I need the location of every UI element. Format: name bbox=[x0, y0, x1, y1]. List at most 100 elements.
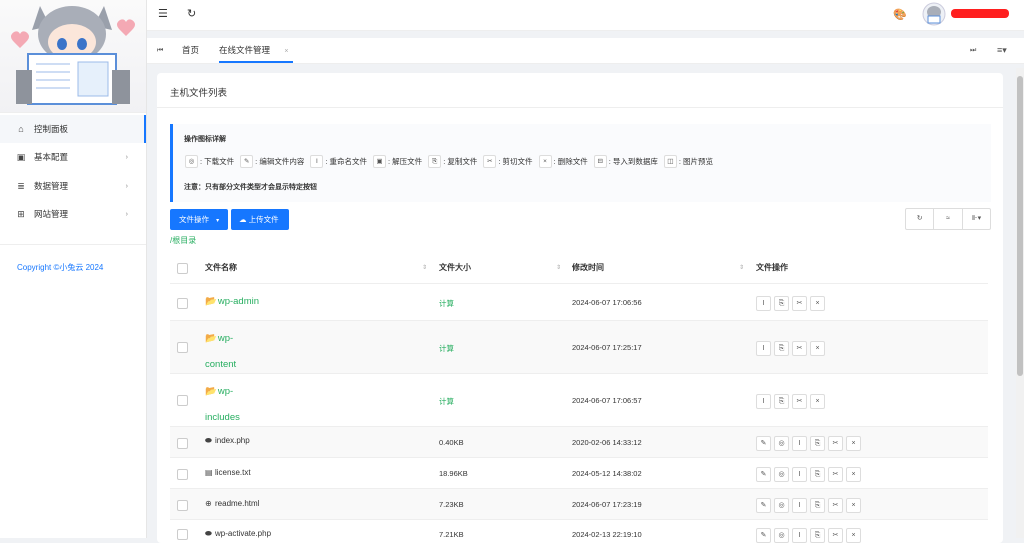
menu-toggle-icon[interactable]: ☰ bbox=[158, 7, 168, 20]
tab-close-icon[interactable]: × bbox=[284, 48, 288, 55]
globe-icon: ⊕ bbox=[205, 499, 212, 508]
folder-name-link[interactable]: 📂wp- includes bbox=[205, 379, 240, 431]
sort-icon[interactable]: ⇕ bbox=[739, 264, 744, 271]
delete-icon[interactable]: × bbox=[846, 436, 861, 451]
cut-icon[interactable]: ✂ bbox=[828, 436, 843, 451]
row-checkbox[interactable] bbox=[177, 342, 188, 353]
row-checkbox[interactable] bbox=[177, 298, 188, 309]
file-name: license.txt bbox=[215, 468, 251, 477]
sidebar-item-label: 数据管理 bbox=[34, 181, 69, 191]
row-checkbox[interactable] bbox=[177, 529, 188, 540]
copy-icon[interactable]: ⎘ bbox=[810, 436, 825, 451]
download-icon[interactable]: ◎ bbox=[774, 498, 789, 513]
toggle-view-icon[interactable]: ≈ bbox=[934, 209, 963, 229]
calculate-size-link[interactable]: 计算 bbox=[439, 396, 454, 407]
card-title: 主机文件列表 bbox=[170, 88, 228, 99]
column-header-size[interactable]: 文件大小 bbox=[439, 253, 471, 283]
columns-dropdown-icon[interactable]: ⊪▾ bbox=[963, 209, 990, 229]
sidebar: ⌂ 控制面板 ▣ 基本配置 › ≣ 数据管理 › ⊞ 网站管理 › Copyri… bbox=[0, 0, 147, 538]
palette-icon[interactable]: 🎨 bbox=[893, 8, 907, 21]
folder-name-link[interactable]: 📂wp- content bbox=[205, 326, 236, 378]
upload-file-button[interactable]: ☁ 上传文件 bbox=[231, 209, 289, 230]
folder-icon: 📂 bbox=[205, 333, 217, 344]
rename-icon[interactable]: I bbox=[756, 296, 771, 311]
copy-icon[interactable]: ⎘ bbox=[774, 394, 789, 409]
avatar[interactable] bbox=[922, 2, 946, 26]
row-actions: I ⎘ ✂ × bbox=[756, 296, 828, 311]
legend-label: : 重命名文件 bbox=[325, 157, 368, 166]
copy-icon[interactable]: ⎘ bbox=[774, 341, 789, 356]
download-icon[interactable]: ◎ bbox=[774, 528, 789, 543]
sort-icon[interactable]: ⇕ bbox=[422, 264, 427, 271]
column-header-modified[interactable]: 修改时间 bbox=[572, 253, 604, 283]
file-operations-dropdown[interactable]: 文件操作 ▾ bbox=[170, 209, 228, 230]
edit-icon[interactable]: ✎ bbox=[756, 467, 771, 482]
row-checkbox[interactable] bbox=[177, 438, 188, 449]
copy-icon[interactable]: ⎘ bbox=[810, 528, 825, 543]
cut-icon[interactable]: ✂ bbox=[792, 341, 807, 356]
delete-icon[interactable]: × bbox=[846, 498, 861, 513]
scrollbar-thumb[interactable] bbox=[1017, 76, 1023, 376]
delete-icon[interactable]: × bbox=[810, 341, 825, 356]
page-scrollbar[interactable] bbox=[1016, 68, 1024, 538]
list-icon: ≣ bbox=[17, 180, 25, 191]
sort-icon[interactable]: ⇕ bbox=[556, 264, 561, 271]
download-icon[interactable]: ◎ bbox=[774, 436, 789, 451]
tabs-scroll-left-icon[interactable]: ⏮ bbox=[157, 38, 163, 63]
home-icon: ⌂ bbox=[18, 124, 24, 134]
sidebar-item-basic-config[interactable]: ▣ 基本配置 › bbox=[0, 143, 146, 171]
edit-icon[interactable]: ✎ bbox=[756, 528, 771, 543]
rename-icon[interactable]: I bbox=[792, 467, 807, 482]
sidebar-item-label: 基本配置 bbox=[34, 152, 69, 162]
rename-icon[interactable]: I bbox=[792, 528, 807, 543]
edit-icon[interactable]: ✎ bbox=[756, 436, 771, 451]
row-actions: ✎ ◎ I ⎘ ✂ × bbox=[756, 528, 864, 543]
sidebar-item-data-management[interactable]: ≣ 数据管理 › bbox=[0, 172, 146, 200]
select-all-checkbox[interactable] bbox=[177, 263, 188, 274]
edit-icon[interactable]: ✎ bbox=[756, 498, 771, 513]
copyright-text: Copyright ©小兔云 2024 bbox=[17, 263, 104, 272]
delete-icon[interactable]: × bbox=[810, 296, 825, 311]
column-header-name[interactable]: 文件名称 bbox=[205, 253, 237, 283]
file-size: 0.40KB bbox=[439, 438, 464, 447]
delete-icon[interactable]: × bbox=[846, 528, 861, 543]
row-checkbox[interactable] bbox=[177, 469, 188, 480]
cut-icon[interactable]: ✂ bbox=[828, 528, 843, 543]
tabs-menu-icon[interactable]: ≡▾ bbox=[997, 38, 1007, 63]
breadcrumb[interactable]: /根目录 bbox=[170, 235, 196, 246]
calculate-size-link[interactable]: 计算 bbox=[439, 298, 454, 309]
delete-icon[interactable]: × bbox=[810, 394, 825, 409]
cut-icon[interactable]: ✂ bbox=[828, 467, 843, 482]
legend-icon: ⎘ bbox=[428, 155, 442, 168]
row-actions: I ⎘ ✂ × bbox=[756, 341, 828, 356]
rename-icon[interactable]: I bbox=[756, 394, 771, 409]
sidebar-item-dashboard[interactable]: ⌂ 控制面板 bbox=[0, 115, 146, 143]
rename-icon[interactable]: I bbox=[792, 436, 807, 451]
calculate-size-link[interactable]: 计算 bbox=[439, 343, 454, 354]
tab-home[interactable]: 首页 bbox=[182, 38, 199, 63]
sidebar-divider bbox=[0, 244, 146, 245]
table-toolbar: ↻ ≈ ⊪▾ bbox=[905, 208, 991, 230]
copy-icon[interactable]: ⎘ bbox=[810, 498, 825, 513]
file-name: wp- bbox=[217, 333, 234, 344]
row-checkbox[interactable] bbox=[177, 500, 188, 511]
username-redacted bbox=[951, 9, 1009, 18]
top-bar: ☰ ↻ 🎨 bbox=[147, 0, 1024, 31]
cut-icon[interactable]: ✂ bbox=[792, 296, 807, 311]
legend-icon: ⊟ bbox=[593, 155, 607, 168]
refresh-icon[interactable]: ↻ bbox=[187, 7, 196, 20]
cut-icon[interactable]: ✂ bbox=[828, 498, 843, 513]
tab-file-manager[interactable]: 在线文件管理 × bbox=[219, 38, 293, 63]
download-icon[interactable]: ◎ bbox=[774, 467, 789, 482]
cut-icon[interactable]: ✂ bbox=[792, 394, 807, 409]
copy-icon[interactable]: ⎘ bbox=[810, 467, 825, 482]
folder-name-link[interactable]: 📂wp-admin bbox=[205, 289, 259, 315]
tabs-scroll-right-icon[interactable]: ⏭ bbox=[970, 38, 976, 63]
rename-icon[interactable]: I bbox=[756, 341, 771, 356]
rename-icon[interactable]: I bbox=[792, 498, 807, 513]
sidebar-item-site-management[interactable]: ⊞ 网站管理 › bbox=[0, 200, 146, 228]
refresh-table-icon[interactable]: ↻ bbox=[906, 209, 935, 229]
copy-icon[interactable]: ⎘ bbox=[774, 296, 789, 311]
row-checkbox[interactable] bbox=[177, 395, 188, 406]
delete-icon[interactable]: × bbox=[846, 467, 861, 482]
